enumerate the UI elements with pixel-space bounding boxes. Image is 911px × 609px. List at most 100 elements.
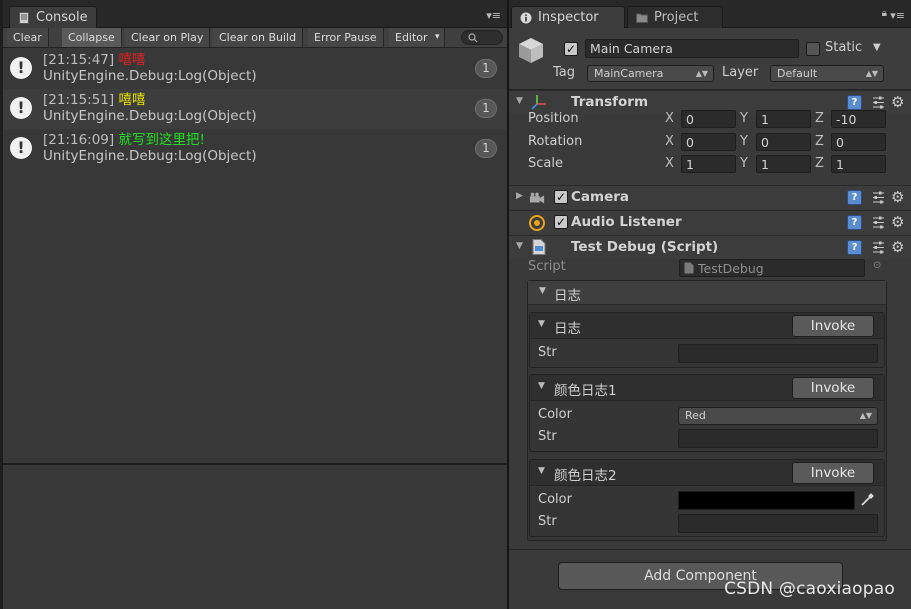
str-input[interactable] [678,514,878,533]
scale-x-field[interactable]: 1 [681,155,736,173]
preset-sliders-icon[interactable] [871,240,886,255]
audio-listener-header[interactable]: ✓ Audio Listener ? ⚙︎ [509,210,911,234]
foldout-expanded-icon[interactable]: ▼ [538,319,545,329]
position-z-field[interactable]: -10 [831,110,886,128]
invoke-button[interactable]: Invoke [792,315,874,337]
position-x-field[interactable]: 0 [681,110,736,128]
foldout-expanded-icon[interactable]: ▼ [539,286,546,296]
gear-icon[interactable]: ⚙︎ [891,188,904,206]
event-group-header[interactable]: ▼ 日志 [528,281,886,305]
position-y-field[interactable]: 1 [756,110,811,128]
script-label: Script [528,259,566,274]
scale-label: Scale [528,156,563,171]
panel-menu-icon[interactable]: ▾≡ [486,9,501,22]
foldout-expanded-icon[interactable]: ▼ [538,381,545,391]
error-pause-button[interactable]: Error Pause [308,28,384,47]
lock-icon[interactable]: 🔒︎ [882,8,887,19]
search-input[interactable] [461,30,503,45]
tab-project[interactable]: Project [627,6,723,28]
axis-y-label: Y [740,134,748,149]
event-title-bar[interactable]: ▼ 颜色日志2 Invoke [530,460,884,486]
inspector-panel: Inspector Project 🔒︎ ▾≡ ✓ Main Camera St… [509,0,911,609]
log-count-badge: 1 [475,59,497,78]
clear-button[interactable]: Clear [7,28,49,47]
str-input[interactable] [678,344,878,363]
help-icon[interactable]: ? [847,215,862,230]
preset-sliders-icon[interactable] [871,95,886,110]
axis-x-label: X [665,134,674,149]
rotation-x-field[interactable]: 0 [681,133,736,151]
gameobject-name-field[interactable]: Main Camera [585,39,799,58]
str-label: Str [538,429,557,444]
console-toolbar: Clear Collapse Clear on Play Clear on Bu… [3,28,507,48]
folder-icon [636,11,648,24]
log-text: [21:15:47] 嘻嘻 UnityEngine.Debug:Log(Obje… [43,52,257,84]
scale-z-field[interactable]: 1 [831,155,886,173]
color-dropdown[interactable]: Red ▲▼ [678,407,878,425]
help-icon[interactable]: ? [847,95,862,110]
str-label: Str [538,345,557,360]
axis-z-label: Z [815,111,824,126]
gameobject-active-checkbox[interactable]: ✓ [564,42,578,56]
log-stack: UnityEngine.Debug:Log(Object) [43,68,257,84]
gear-icon[interactable]: ⚙︎ [891,238,904,256]
collapse-button[interactable]: Collapse [62,28,122,47]
invoke-button[interactable]: Invoke [792,377,874,399]
rotation-label: Rotation [528,134,583,149]
color-swatch-field[interactable] [678,491,855,510]
log-entry[interactable]: ! [21:16:09] 就写到这里把! UnityEngine.Debug:L… [3,129,507,169]
clear-on-build-button[interactable]: Clear on Build [213,28,304,47]
eyedropper-icon[interactable] [860,493,874,507]
invoke-button[interactable]: Invoke [792,462,874,484]
event-name: 颜色日志2 [554,468,617,484]
event-title-bar[interactable]: ▼ 颜色日志1 Invoke [530,375,884,401]
audio-listener-title: Audio Listener [571,214,682,230]
foldout-expanded-icon[interactable]: ▼ [516,96,523,106]
rotation-z-field[interactable]: 0 [831,133,886,151]
info-log-icon: ! [10,57,32,79]
clear-on-play-button[interactable]: Clear on Play [125,28,211,47]
camera-enabled-checkbox[interactable]: ✓ [554,190,568,204]
static-checkbox[interactable] [806,42,820,56]
preset-sliders-icon[interactable] [871,190,886,205]
chevron-updown-icon: ▲▼ [695,69,708,78]
camera-header[interactable]: ▶ ✓ Camera ? ⚙︎ [509,185,911,209]
test-debug-header[interactable]: ▼ Test Debug (Script) ? ⚙︎ [509,235,911,259]
log-text: [21:15:51] 嘻嘻 UnityEngine.Debug:Log(Obje… [43,92,257,124]
inspector-body: ✓ Main Camera Static ▼ Tag MainCamera ▲▼ … [509,28,911,609]
foldout-expanded-icon[interactable]: ▼ [538,466,545,476]
log-entry[interactable]: ! [21:15:51] 嘻嘻 UnityEngine.Debug:Log(Ob… [3,89,507,129]
layer-dropdown[interactable]: Default ▲▼ [770,65,884,82]
event-title-bar[interactable]: ▼ 日志 Invoke [530,313,884,339]
rotation-y-field[interactable]: 0 [756,133,811,151]
gear-icon[interactable]: ⚙︎ [891,213,904,231]
log-timestamp: [21:15:47] [43,52,115,68]
event-name: 日志 [554,321,581,337]
tab-console[interactable]: Console [9,6,97,28]
tab-inspector[interactable]: Inspector [511,6,625,28]
gear-icon[interactable]: ⚙︎ [891,93,904,111]
str-input[interactable] [678,429,878,448]
help-icon[interactable]: ? [847,190,862,205]
script-field: TestDebug [679,259,865,277]
foldout-collapsed-icon[interactable]: ▶ [516,191,523,201]
static-dropdown-icon[interactable]: ▼ [873,42,881,53]
console-tabbar: Console ▾≡ [3,0,507,28]
gameobject-cube-icon [519,38,543,63]
console-icon [18,11,30,24]
audio-listener-enabled-checkbox[interactable]: ✓ [554,215,568,229]
log-entry[interactable]: ! [21:15:47] 嘻嘻 UnityEngine.Debug:Log(Ob… [3,49,507,89]
audio-listener-icon [529,215,545,231]
help-icon[interactable]: ? [847,240,862,255]
tag-dropdown[interactable]: MainCamera ▲▼ [587,65,714,82]
axis-z-label: Z [815,156,824,171]
editor-dropdown[interactable]: Editor ▾ [389,28,445,47]
panel-menu-icon[interactable]: ▾≡ [890,9,905,22]
event-group-label: 日志 [554,288,581,304]
foldout-expanded-icon[interactable]: ▼ [516,241,523,251]
scale-y-field[interactable]: 1 [756,155,811,173]
header-icons: ? ⚙︎ [847,188,907,206]
preset-sliders-icon[interactable] [871,215,886,230]
layer-label: Layer [722,65,759,80]
camera-title: Camera [571,189,630,205]
